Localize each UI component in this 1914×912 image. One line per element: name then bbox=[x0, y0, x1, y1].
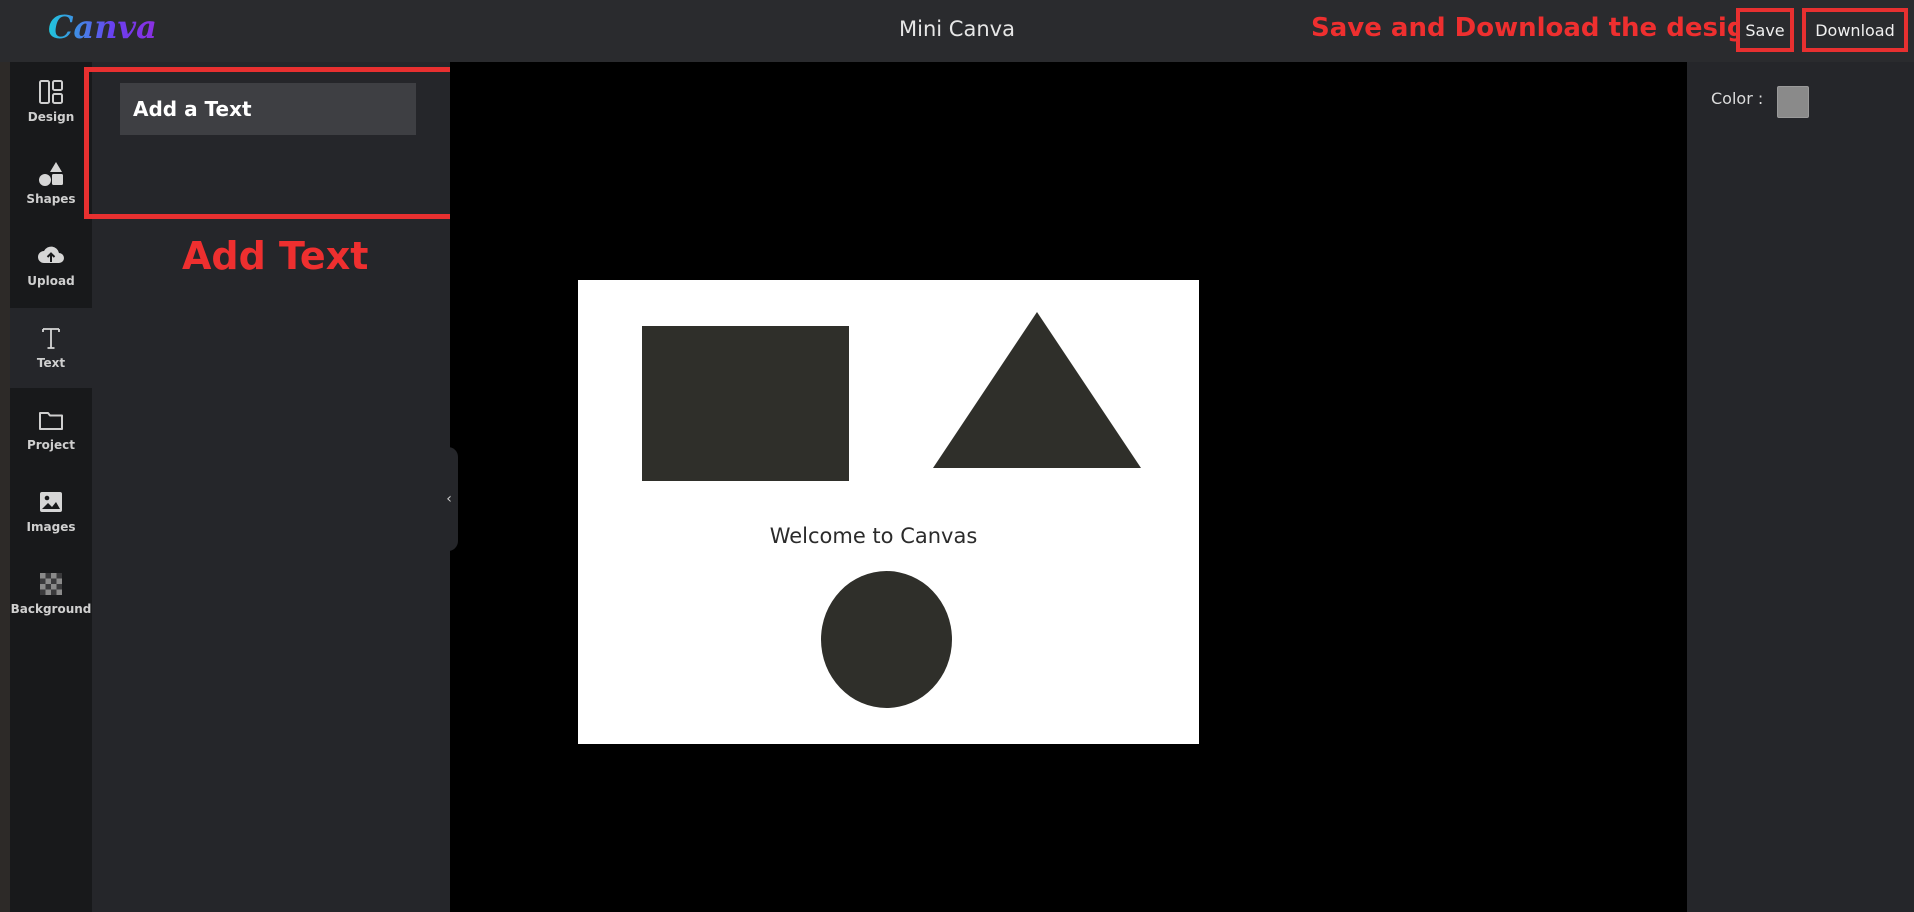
sidebar-item-upload[interactable]: Upload bbox=[10, 226, 92, 306]
shapes-icon bbox=[39, 162, 63, 186]
sidebar-item-label: Upload bbox=[27, 274, 75, 288]
layout-icon bbox=[39, 80, 63, 104]
sidebar-item-label: Images bbox=[26, 520, 76, 534]
add-text-annotation: Add Text bbox=[182, 234, 369, 278]
add-text-button[interactable]: Add a Text bbox=[120, 83, 416, 135]
sidebar-item-shapes[interactable]: Shapes bbox=[10, 144, 92, 224]
text-icon bbox=[42, 328, 60, 349]
sidebar-item-label: Design bbox=[27, 110, 75, 124]
sidebar-rail: Design Shapes Upload Text Project Images… bbox=[10, 62, 92, 912]
sidebar-item-images[interactable]: Images bbox=[10, 472, 92, 552]
folder-icon bbox=[39, 412, 63, 430]
color-picker-swatch[interactable] bbox=[1777, 86, 1809, 118]
circle-shape[interactable] bbox=[821, 571, 952, 708]
canva-logo[interactable]: Canva bbox=[48, 8, 157, 46]
sidebar-item-design[interactable]: Design bbox=[10, 62, 92, 142]
cloud-upload-icon bbox=[38, 246, 64, 263]
color-label: Color : bbox=[1711, 89, 1764, 108]
checkerboard-icon bbox=[40, 573, 62, 595]
save-button[interactable]: Save bbox=[1736, 8, 1794, 52]
canvas-text-element[interactable]: Welcome to Canvas bbox=[578, 524, 1169, 548]
save-download-annotation: Save and Download the design bbox=[1311, 13, 1764, 43]
rectangle-shape[interactable] bbox=[642, 326, 849, 481]
window-edge bbox=[0, 62, 10, 912]
sidebar-item-label: Project bbox=[26, 438, 76, 452]
image-icon bbox=[40, 492, 62, 512]
download-button[interactable]: Download bbox=[1802, 8, 1908, 52]
sidebar-item-label: Shapes bbox=[26, 192, 76, 206]
sidebar-item-text[interactable]: Text bbox=[10, 308, 92, 388]
collapse-panel-handle[interactable]: ‹ bbox=[440, 447, 458, 551]
sidebar-item-label: Background bbox=[10, 602, 92, 616]
design-artboard[interactable]: Welcome to Canvas bbox=[578, 280, 1199, 744]
sidebar-item-project[interactable]: Project bbox=[10, 390, 92, 470]
properties-panel bbox=[1687, 62, 1914, 912]
chevron-left-icon: ‹ bbox=[446, 491, 452, 507]
sidebar-item-label: Text bbox=[36, 356, 66, 370]
triangle-shape[interactable] bbox=[933, 312, 1141, 468]
sidebar-item-background[interactable]: Background bbox=[10, 554, 92, 634]
